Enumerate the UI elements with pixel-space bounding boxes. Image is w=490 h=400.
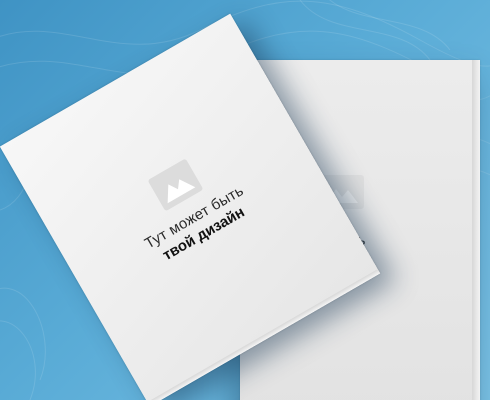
caption-line-2: твой дизайн bbox=[159, 203, 248, 265]
caption-line-1: Тут может быть bbox=[141, 182, 247, 253]
image-placeholder-icon bbox=[148, 159, 203, 211]
back-booklet-edge bbox=[472, 60, 480, 400]
front-booklet-caption: Тут может быть твой дизайн bbox=[75, 144, 323, 308]
